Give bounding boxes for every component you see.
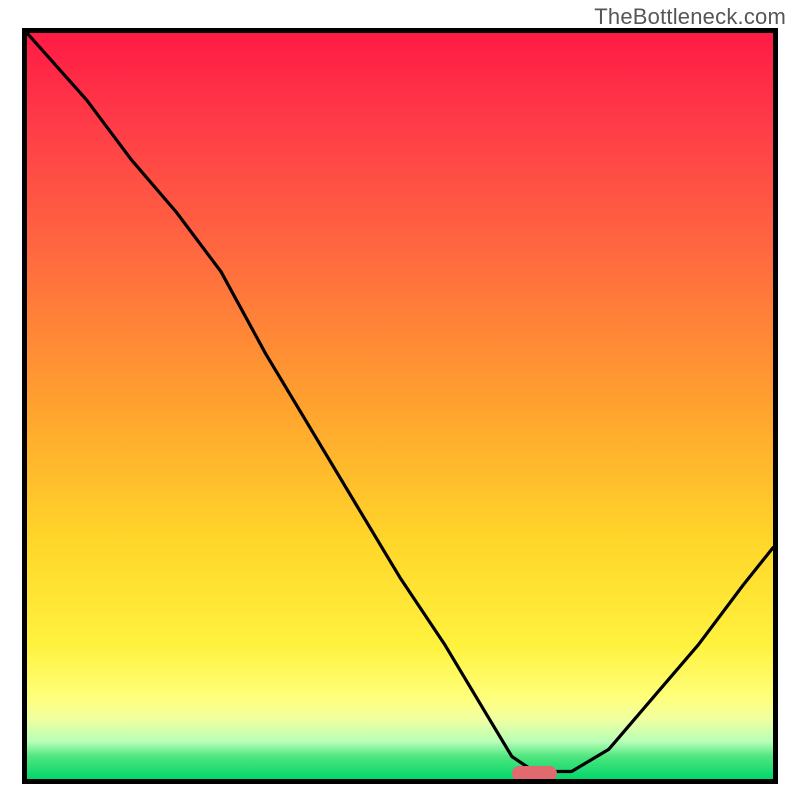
optimum-marker — [512, 766, 557, 781]
curve-path — [27, 33, 773, 772]
watermark-text: TheBottleneck.com — [594, 4, 786, 30]
bottleneck-curve — [27, 33, 773, 779]
plot-frame — [22, 28, 778, 784]
chart-container: TheBottleneck.com — [0, 0, 800, 800]
